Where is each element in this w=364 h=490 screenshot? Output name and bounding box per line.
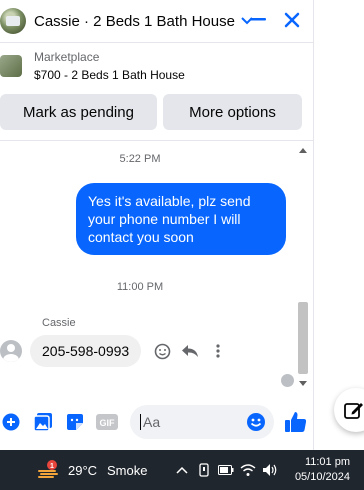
react-emoji-icon[interactable] — [153, 342, 171, 360]
messenger-chat-window: Cassie · 2 Beds 1 Bath House Marketplace… — [0, 0, 314, 450]
more-options-button[interactable]: More options — [163, 94, 302, 130]
more-vertical-icon[interactable] — [209, 342, 227, 360]
scroll-down-arrow[interactable] — [299, 381, 307, 386]
message-thread: 5:22 PM Yes it's available, plz send you… — [0, 141, 296, 391]
svg-text:GIF: GIF — [100, 418, 116, 428]
timestamp: 11:00 PM — [116, 281, 164, 293]
gif-icon[interactable]: GIF — [96, 411, 118, 433]
thumbs-up-icon[interactable] — [284, 410, 308, 434]
close-button[interactable] — [282, 9, 302, 31]
emoji-icon[interactable] — [246, 412, 266, 432]
battery-icon[interactable] — [218, 462, 234, 478]
chat-title[interactable]: Cassie · 2 Beds 1 Bath House — [34, 13, 235, 30]
clock-time: 11:01 pm — [304, 456, 350, 468]
seen-indicator-avatar — [281, 374, 294, 387]
clock-date: 05/10/2024 — [294, 471, 350, 483]
windows-taskbar: 1 29°C Smoke 11:01 pm 05/10/2024 — [0, 450, 364, 490]
text-caret — [140, 414, 141, 430]
compose-edit-icon — [344, 403, 363, 419]
header-divider — [0, 42, 314, 43]
weather-smoke-icon[interactable]: 1 — [38, 459, 60, 481]
mark-as-pending-button[interactable]: Mark as pending — [0, 94, 157, 130]
message-composer: GIF — [0, 398, 314, 446]
minimize-button[interactable] — [248, 9, 268, 31]
message-input[interactable] — [143, 414, 243, 430]
photo-icon[interactable] — [32, 411, 54, 433]
scroll-up-arrow[interactable] — [299, 148, 307, 153]
chat-header[interactable]: Cassie · 2 Beds 1 Bath House — [0, 0, 314, 42]
sender-name: Cassie — [42, 317, 76, 329]
marketplace-label: Marketplace — [34, 50, 100, 64]
contact-avatar[interactable] — [0, 8, 26, 34]
listing-actions: Mark as pending More options — [0, 94, 314, 130]
svg-text:1: 1 — [50, 463, 54, 470]
incoming-message-row: 205-598-0993 — [0, 335, 227, 367]
marketplace-listing[interactable]: Marketplace $700 - 2 Beds 1 Bath House — [0, 50, 185, 82]
weather-temperature[interactable]: 29°C — [68, 463, 97, 478]
reply-icon[interactable] — [181, 342, 199, 360]
message-input-box[interactable] — [130, 405, 274, 439]
incoming-message[interactable]: 205-598-0993 — [30, 335, 142, 367]
chevron-up-icon[interactable] — [174, 462, 190, 478]
plus-circle-icon[interactable] — [0, 411, 22, 433]
outgoing-message[interactable]: Yes it's available, plz send your phone … — [76, 183, 286, 255]
sticker-icon[interactable] — [64, 411, 86, 433]
message-scrollbar[interactable] — [296, 144, 310, 390]
system-tray — [174, 462, 278, 478]
sender-avatar[interactable] — [0, 340, 22, 362]
volume-icon[interactable] — [262, 462, 278, 478]
new-message-button[interactable] — [334, 388, 364, 432]
device-icon[interactable] — [196, 462, 212, 478]
taskbar-clock[interactable]: 11:01 pm 05/10/2024 — [295, 455, 350, 485]
timestamp: 5:22 PM — [119, 153, 161, 165]
listing-title[interactable]: $700 - 2 Beds 1 Bath House — [34, 68, 185, 82]
scroll-thumb[interactable] — [298, 302, 308, 374]
message-tools — [153, 342, 227, 360]
weather-condition[interactable]: Smoke — [107, 463, 147, 478]
wifi-icon[interactable] — [240, 462, 256, 478]
listing-thumbnail[interactable] — [0, 55, 22, 77]
